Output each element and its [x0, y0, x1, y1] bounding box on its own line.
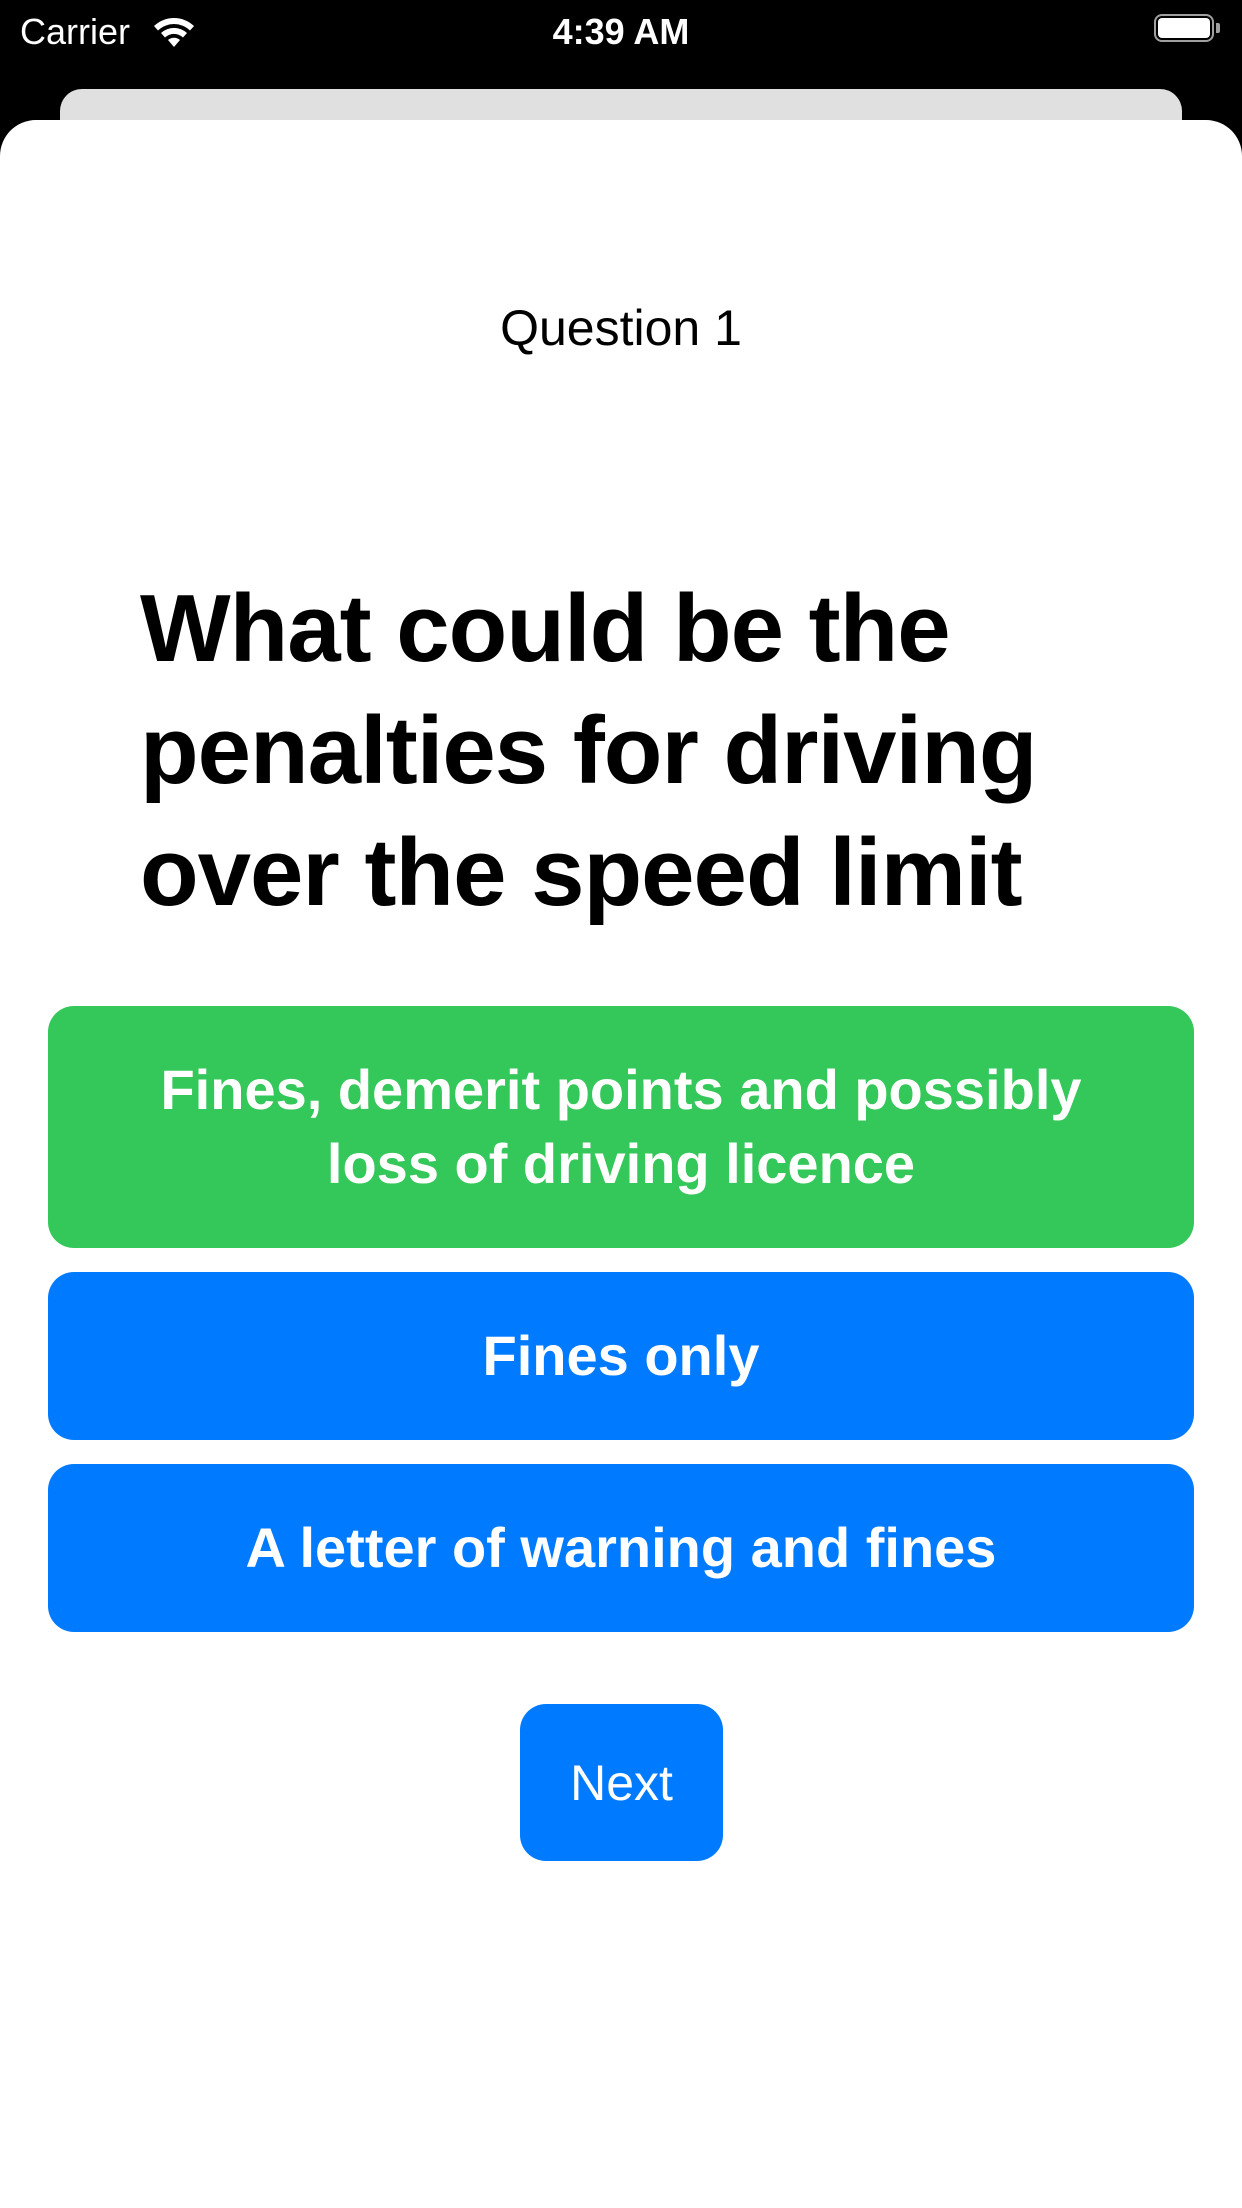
status-bar: Carrier 4:39 AM	[0, 0, 1242, 90]
answer-label: Fines, demerit points and possibly loss …	[160, 1058, 1082, 1195]
question-number: Question 1	[500, 300, 742, 356]
next-button-label: Next	[570, 1754, 673, 1811]
next-button[interactable]: Next	[520, 1704, 723, 1861]
status-time: 4:39 AM	[552, 11, 690, 52]
answer-label: Fines only	[482, 1324, 760, 1387]
answer-label: A letter of warning and fines	[245, 1516, 997, 1579]
answer-button-3[interactable]: A letter of warning and fines	[48, 1464, 1194, 1632]
battery-icon	[1154, 14, 1224, 46]
answer-button-2[interactable]: Fines only	[48, 1272, 1194, 1440]
answer-button-1[interactable]: Fines, demerit points and possibly loss …	[48, 1006, 1194, 1248]
question-text: What could be the penalties for driving …	[140, 575, 1037, 926]
